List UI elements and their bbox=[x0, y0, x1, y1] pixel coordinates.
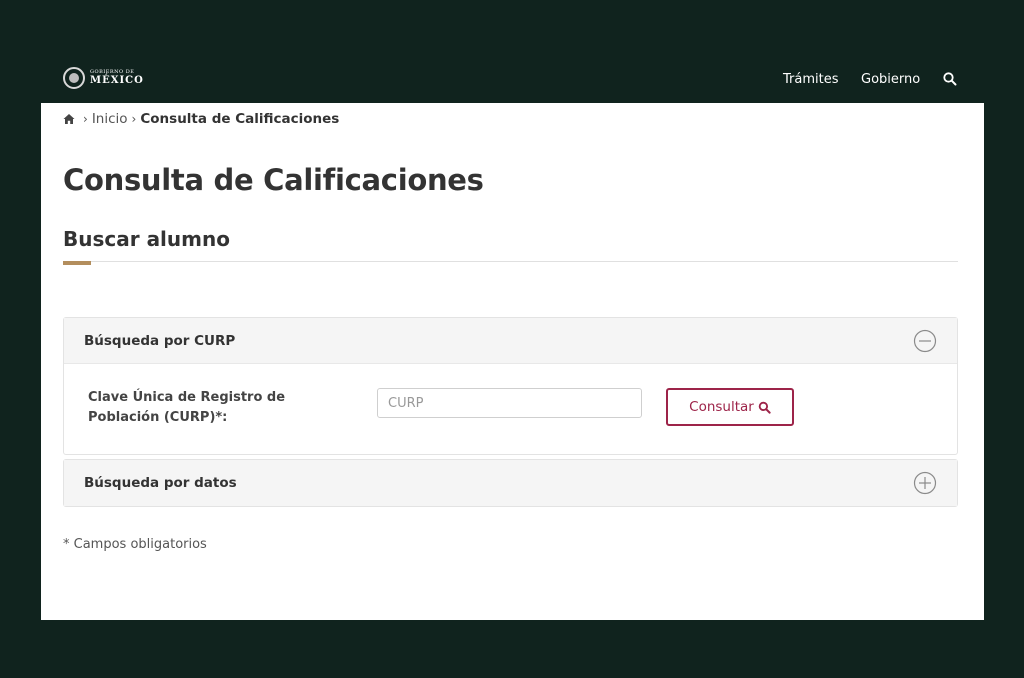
curp-field-label: Clave Única de Registro de Población (CU… bbox=[88, 390, 286, 425]
section-title: Buscar alumno bbox=[63, 227, 230, 251]
accordion-title-curp: Búsqueda por CURP bbox=[84, 332, 236, 349]
breadcrumb-item-inicio[interactable]: Inicio bbox=[92, 111, 128, 127]
accordion-busqueda-curp: Búsqueda por CURP Clave Única de Registr… bbox=[63, 317, 958, 455]
required-fields-note: * Campos obligatorios bbox=[63, 537, 207, 552]
accordion-title-datos: Búsqueda por datos bbox=[84, 475, 237, 491]
breadcrumb-item-current: Consulta de Calificaciones bbox=[140, 111, 340, 127]
breadcrumb: › Inicio › Consulta de Calificaciones bbox=[63, 111, 339, 127]
section-accent-bar bbox=[63, 261, 91, 265]
breadcrumb-separator: › bbox=[131, 112, 137, 126]
breadcrumb-separator: › bbox=[83, 112, 88, 126]
accordion-busqueda-datos: Búsqueda por datos bbox=[63, 459, 958, 507]
home-icon[interactable] bbox=[63, 113, 75, 125]
nav-link-gobierno[interactable]: Gobierno bbox=[861, 72, 920, 87]
search-icon bbox=[758, 401, 771, 414]
site-header: GOBIERNO DE MÉXICO Trámites Gobierno bbox=[0, 0, 1024, 103]
consultar-button-label: Consultar bbox=[689, 399, 754, 415]
main-nav: Trámites Gobierno bbox=[0, 72, 1024, 92]
section-divider bbox=[63, 261, 958, 262]
content-panel: › Inicio › Consulta de Calificaciones Co… bbox=[41, 103, 984, 620]
page-title: Consulta de Calificaciones bbox=[63, 163, 484, 197]
nav-link-tramites[interactable]: Trámites bbox=[783, 72, 839, 87]
consultar-button[interactable]: Consultar bbox=[666, 388, 794, 426]
curp-input[interactable] bbox=[377, 388, 642, 418]
accordion-header-datos[interactable]: Búsqueda por datos bbox=[64, 460, 957, 506]
search-icon[interactable] bbox=[942, 71, 958, 87]
collapse-minus-icon[interactable] bbox=[913, 329, 937, 353]
expand-plus-icon[interactable] bbox=[913, 471, 937, 495]
accordion-header-curp[interactable]: Búsqueda por CURP bbox=[64, 318, 957, 364]
